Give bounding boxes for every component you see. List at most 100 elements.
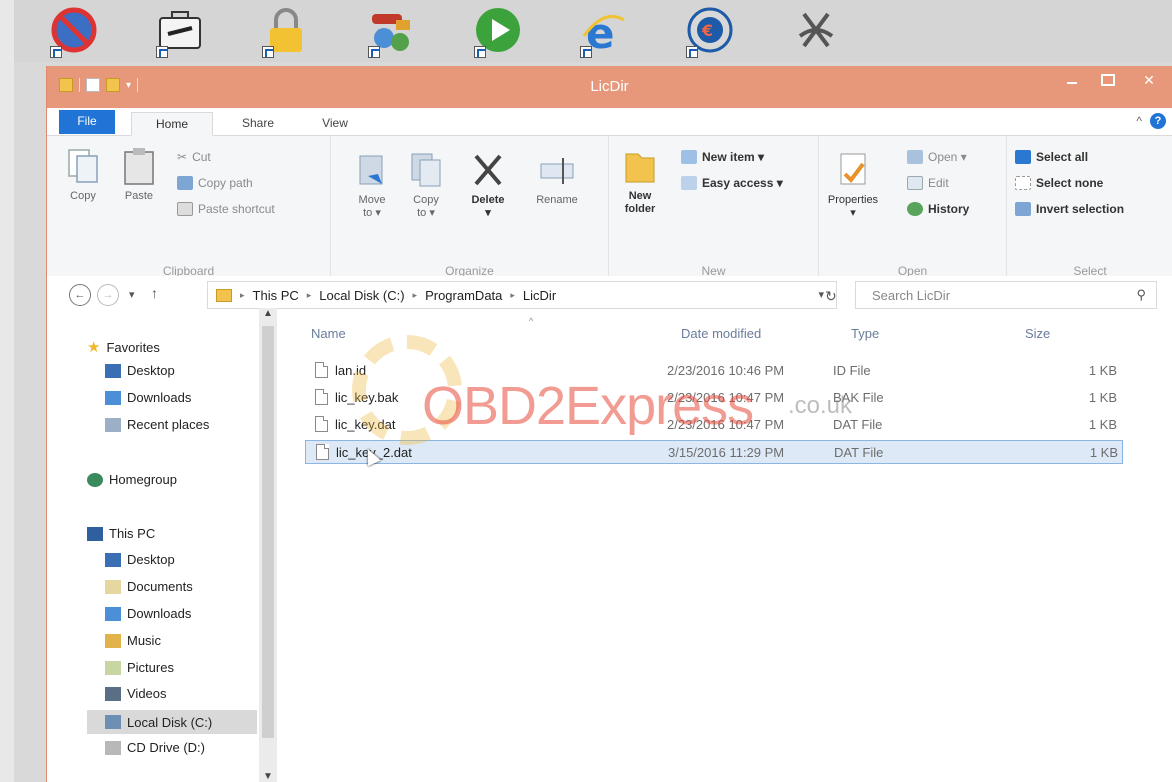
euro-disc-icon[interactable]: € — [684, 6, 736, 58]
delete-button[interactable]: Delete ▾ — [461, 150, 515, 220]
breadcrumb-separator: ▸ — [306, 289, 312, 300]
padlock-icon[interactable] — [260, 6, 312, 58]
rename-button[interactable]: Rename — [527, 150, 587, 207]
nav-pc-pictures-label: Pictures — [127, 660, 174, 675]
edit-icon — [907, 176, 923, 190]
tab-home[interactable]: Home — [131, 112, 213, 136]
select-all-button[interactable]: Select all — [1015, 150, 1088, 164]
copy-to-button[interactable]: Copy to ▾ — [405, 150, 447, 220]
nav-pc-videos[interactable]: Videos — [105, 686, 167, 701]
nav-pc-cd-drive[interactable]: CD Drive (D:) — [105, 740, 205, 755]
copy-path-label: Copy path — [198, 176, 253, 190]
paste-shortcut-button[interactable]: Paste shortcut — [177, 202, 275, 216]
nav-favorites[interactable]: ★ Favorites — [87, 338, 160, 356]
nav-pc-desktop-label: Desktop — [127, 552, 175, 567]
nav-fav-downloads[interactable]: Downloads — [105, 390, 191, 405]
close-button[interactable]: ✕ — [1126, 66, 1172, 94]
copy-path-button[interactable]: Copy path — [177, 176, 253, 190]
search-placeholder: Search LicDir — [872, 287, 951, 303]
new-folder-button[interactable]: New folder — [617, 146, 663, 216]
nav-pc-downloads[interactable]: Downloads — [105, 606, 191, 621]
tab-file[interactable]: File — [59, 110, 115, 134]
nav-pc-desktop[interactable]: Desktop — [105, 552, 175, 567]
open-button[interactable]: Open ▾ — [907, 150, 967, 164]
cut-button[interactable]: ✂ Cut — [177, 150, 211, 164]
music-icon — [105, 633, 121, 648]
back-button[interactable]: ← — [69, 284, 91, 306]
copy-to-label-2: to ▾ — [417, 207, 435, 219]
select-all-icon — [1015, 150, 1031, 164]
up-arrow-icon[interactable]: ↑ — [151, 285, 158, 301]
nav-pc-documents-label: Documents — [127, 579, 193, 594]
nav-pc-music-label: Music — [127, 633, 161, 648]
help-icon[interactable]: ? — [1150, 113, 1166, 129]
nav-fav-desktop[interactable]: Desktop — [105, 363, 175, 378]
easy-access-button[interactable]: Easy access ▾ — [681, 176, 783, 190]
downloads-icon — [105, 390, 121, 405]
car-tools-icon[interactable] — [366, 6, 418, 58]
properties-button[interactable]: Properties ▾ — [821, 150, 885, 220]
this-pc-label: This PC — [109, 526, 156, 541]
column-size[interactable]: Size — [1025, 326, 1050, 341]
rename-icon — [539, 150, 575, 190]
new-group: New folder New item ▾ Easy access ▾ New — [609, 136, 819, 284]
address-dropdown-icon[interactable]: ▾ — [818, 288, 824, 301]
rename-label: Rename — [536, 194, 578, 206]
forward-button[interactable]: → — [97, 284, 119, 306]
column-name[interactable]: Name — [311, 326, 346, 341]
window-controls: ✕ — [1054, 66, 1172, 94]
title-bar[interactable]: ▾ LicDir ✕ — [47, 66, 1172, 108]
tab-share[interactable]: Share — [227, 112, 289, 136]
desktop-icon — [105, 363, 121, 378]
nav-pc-local-disk[interactable]: Local Disk (C:) — [87, 710, 257, 734]
toolbox-icon[interactable] — [154, 6, 206, 58]
history-button[interactable]: History — [907, 202, 969, 216]
file-row-selected[interactable]: lic_key_2.dat 3/15/2016 11:29 PM DAT Fil… — [305, 440, 1123, 464]
cd-drive-icon — [105, 740, 121, 755]
play-icon[interactable] — [472, 6, 524, 58]
collapse-ribbon-icon[interactable]: ^ — [1136, 114, 1142, 128]
breadcrumb-programdata[interactable]: ProgramData — [425, 288, 502, 303]
nav-homegroup[interactable]: Homegroup — [87, 472, 177, 487]
address-bar[interactable]: ▸ This PC ▸ Local Disk (C:) ▸ ProgramDat… — [207, 281, 837, 309]
edit-button[interactable]: Edit — [907, 176, 949, 190]
nav-pc-music[interactable]: Music — [105, 633, 161, 648]
paste-button[interactable]: Paste — [117, 146, 161, 203]
scroll-up-icon[interactable]: ▲ — [259, 308, 277, 319]
scissors-icon: ✂ — [177, 150, 188, 164]
forbidden-icon[interactable] — [48, 6, 100, 58]
refresh-icon[interactable]: ↻ — [825, 288, 837, 305]
search-box[interactable]: Search LicDir ⚲ — [855, 281, 1157, 309]
breadcrumb-separator: ▸ — [412, 289, 418, 300]
nav-fav-recent[interactable]: Recent places — [105, 417, 209, 432]
file-icon — [316, 444, 329, 460]
copy-to-label: Copy — [413, 194, 439, 206]
column-type[interactable]: Type — [851, 326, 879, 341]
maximize-button[interactable] — [1090, 66, 1126, 94]
history-label: History — [928, 202, 970, 216]
breadcrumb-licdir[interactable]: LicDir — [523, 288, 556, 303]
dollar-scribble-icon[interactable] — [790, 6, 842, 58]
history-icon — [907, 202, 923, 216]
nav-scrollbar[interactable]: ▲ ▼ — [259, 308, 277, 782]
tab-view[interactable]: View — [309, 112, 361, 136]
copy-button[interactable]: Copy — [61, 146, 105, 203]
easy-access-icon — [681, 176, 697, 190]
recent-locations-icon[interactable]: ▾ — [129, 288, 135, 301]
nav-pc-documents[interactable]: Documents — [105, 579, 193, 594]
invert-selection-button[interactable]: Invert selection — [1015, 202, 1124, 216]
nav-this-pc[interactable]: This PC — [87, 526, 155, 541]
move-to-button[interactable]: Move to ▾ — [351, 150, 393, 220]
breadcrumb-local-disk[interactable]: Local Disk (C:) — [319, 288, 404, 303]
paste-shortcut-label: Paste shortcut — [198, 202, 275, 216]
scroll-down-icon[interactable]: ▼ — [259, 771, 277, 782]
new-folder-icon — [622, 146, 658, 186]
column-date-modified[interactable]: Date modified — [681, 326, 761, 341]
nav-pc-pictures[interactable]: Pictures — [105, 660, 174, 675]
breadcrumb-this-pc[interactable]: This PC — [253, 288, 299, 303]
select-none-button[interactable]: Select none — [1015, 176, 1103, 190]
scroll-thumb[interactable] — [262, 326, 274, 738]
minimize-button[interactable] — [1054, 66, 1090, 94]
internet-explorer-icon[interactable]: e — [578, 6, 630, 58]
new-item-button[interactable]: New item ▾ — [681, 150, 764, 164]
